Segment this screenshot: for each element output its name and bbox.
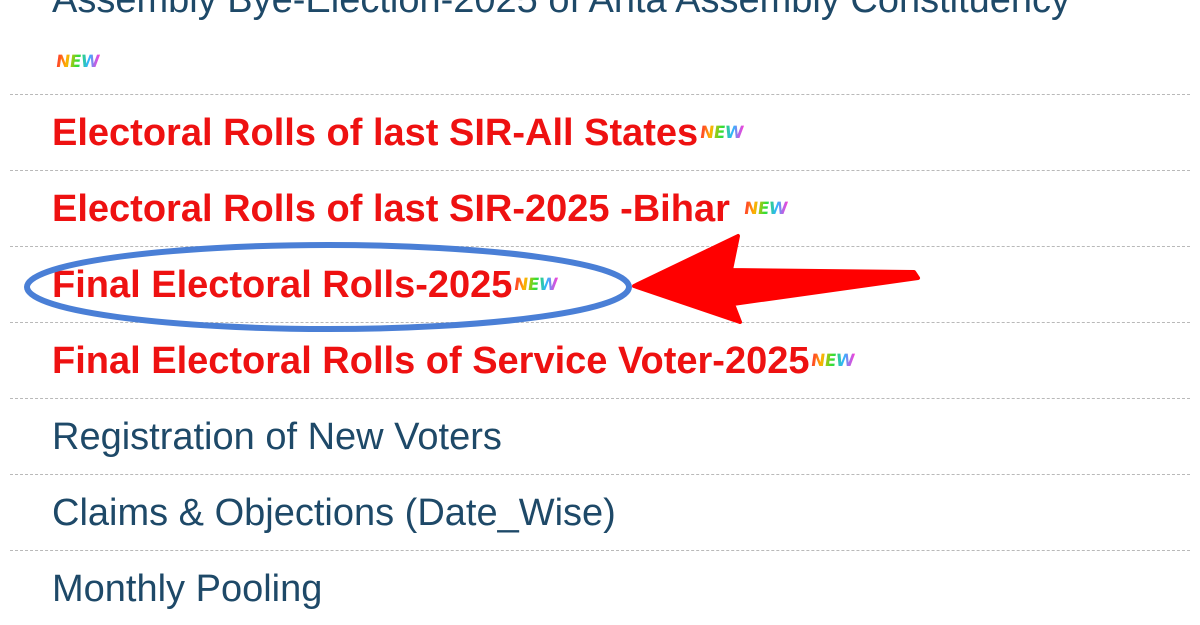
list-item-final-electoral-rolls: Final Electoral Rolls-2025NEW [10, 247, 1190, 323]
list-item-service-voter: Final Electoral Rolls of Service Voter-2… [10, 323, 1190, 399]
link-sir-bihar[interactable]: Electoral Rolls of last SIR-2025 -Bihar [52, 187, 730, 231]
list-item-sir-all-states: Electoral Rolls of last SIR-All StatesNE… [10, 95, 1190, 171]
link-service-voter-rolls[interactable]: Final Electoral Rolls of Service Voter-2… [52, 339, 809, 383]
new-badge-icon: NEW [810, 351, 856, 371]
link-claims-objections[interactable]: Claims & Objections (Date_Wise) [52, 491, 616, 535]
link-final-electoral-rolls[interactable]: Final Electoral Rolls-2025 [52, 263, 512, 307]
link-sir-all-states[interactable]: Electoral Rolls of last SIR-All States [52, 111, 698, 155]
link-registration-new-voters[interactable]: Registration of New Voters [52, 415, 502, 459]
list-item-registration: Registration of New Voters [10, 399, 1190, 475]
link-anta-bye-election[interactable]: Assembly Bye-Election-2025 of Anta Assem… [52, 0, 1070, 22]
new-badge-icon: NEW [698, 123, 745, 143]
new-badge-icon: NEW [54, 52, 101, 72]
list-item-monthly-pooling: Monthly Pooling [10, 551, 1190, 625]
link-list: Assembly Bye-Election-2025 of Anta Assem… [10, 0, 1190, 625]
new-badge-icon: NEW [742, 199, 789, 219]
list-item-claims-objections: Claims & Objections (Date_Wise) [10, 475, 1190, 551]
list-item-anta-bye-election: Assembly Bye-Election-2025 of Anta Assem… [10, 0, 1190, 95]
new-badge-icon: NEW [513, 275, 559, 295]
link-monthly-pooling[interactable]: Monthly Pooling [52, 567, 322, 611]
page: Assembly Bye-Election-2025 of Anta Assem… [0, 0, 1200, 625]
list-item-sir-bihar: Electoral Rolls of last SIR-2025 -Bihar N… [10, 171, 1190, 247]
